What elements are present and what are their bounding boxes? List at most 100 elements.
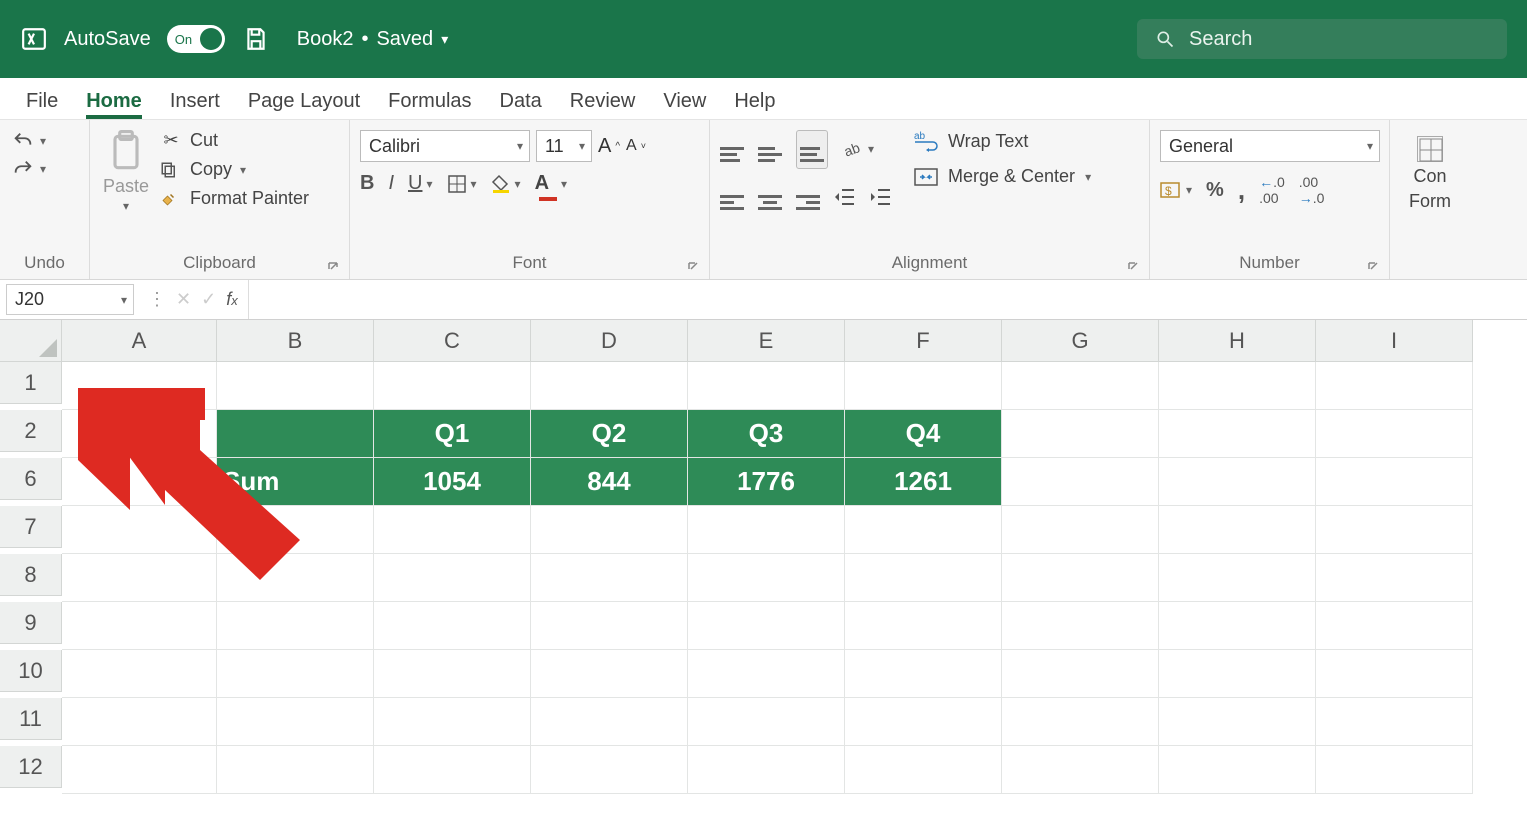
align-top-button[interactable] <box>720 133 744 166</box>
decrease-indent-button[interactable] <box>834 187 856 207</box>
align-left-button[interactable] <box>720 181 744 214</box>
cell[interactable] <box>217 602 374 650</box>
cell[interactable] <box>62 554 217 602</box>
cell[interactable] <box>62 362 217 410</box>
tab-page-layout[interactable]: Page Layout <box>248 90 360 119</box>
insert-function-button[interactable]: fx <box>226 289 238 310</box>
cell[interactable] <box>688 602 845 650</box>
wrap-text-button[interactable]: ab Wrap Text <box>914 130 1091 152</box>
font-name-combo[interactable]: Calibri ▾ <box>360 130 530 162</box>
cell[interactable] <box>845 602 1002 650</box>
cell[interactable] <box>1316 650 1473 698</box>
cell[interactable] <box>217 362 374 410</box>
cell[interactable] <box>217 506 374 554</box>
row-header-12[interactable]: 12 <box>0 746 62 788</box>
underline-button[interactable]: U▾ <box>408 172 432 195</box>
cell[interactable] <box>1316 554 1473 602</box>
cancel-formula-icon[interactable]: ✕ <box>176 289 191 310</box>
cell[interactable]: Q1 <box>374 410 531 458</box>
cell[interactable] <box>1002 602 1159 650</box>
format-painter-button[interactable]: Format Painter <box>160 188 309 209</box>
row-header-6[interactable]: 6 <box>0 458 62 500</box>
cell[interactable] <box>1316 746 1473 794</box>
number-format-combo[interactable]: General ▾ <box>1160 130 1380 162</box>
accounting-format-button[interactable]: $ ▾ <box>1160 180 1192 200</box>
cell[interactable] <box>531 554 688 602</box>
cell[interactable] <box>62 746 217 794</box>
col-header-I[interactable]: I <box>1316 320 1473 362</box>
cell[interactable] <box>62 458 217 506</box>
cell[interactable] <box>217 554 374 602</box>
cell[interactable] <box>688 746 845 794</box>
cell[interactable] <box>1159 410 1316 458</box>
cell[interactable] <box>531 746 688 794</box>
copy-button[interactable]: Copy ▾ <box>160 159 309 180</box>
cell[interactable] <box>62 410 217 458</box>
cell[interactable] <box>845 698 1002 746</box>
dialog-launcher-icon[interactable] <box>1365 259 1381 275</box>
cell[interactable] <box>688 650 845 698</box>
bold-button[interactable]: B <box>360 172 374 195</box>
row-header-11[interactable]: 11 <box>0 698 62 740</box>
cell[interactable] <box>374 698 531 746</box>
cell[interactable] <box>688 362 845 410</box>
cell[interactable] <box>1316 602 1473 650</box>
cell[interactable] <box>1159 698 1316 746</box>
cell[interactable]: 1054 <box>374 458 531 506</box>
cell[interactable] <box>688 506 845 554</box>
col-header-B[interactable]: B <box>217 320 374 362</box>
align-center-button[interactable] <box>758 181 782 214</box>
spreadsheet-grid[interactable]: A B C D E F G H I 1 2 Q1 Q2 Q3 Q4 6 Sum … <box>0 320 1527 794</box>
align-bottom-button[interactable] <box>796 130 828 169</box>
comma-style-button[interactable]: , <box>1238 175 1245 206</box>
redo-button[interactable]: ▾ <box>10 158 46 180</box>
cell[interactable] <box>531 698 688 746</box>
dialog-launcher-icon[interactable] <box>685 259 701 275</box>
cut-button[interactable]: ✂ Cut <box>160 130 309 151</box>
cell[interactable] <box>62 506 217 554</box>
cell[interactable] <box>1159 554 1316 602</box>
decrease-decimal-button[interactable]: .00→.0 <box>1299 174 1325 206</box>
row-header-9[interactable]: 9 <box>0 602 62 644</box>
font-size-combo[interactable]: 11 ▾ <box>536 130 592 162</box>
cell[interactable] <box>688 698 845 746</box>
align-middle-button[interactable] <box>758 133 782 166</box>
cell[interactable] <box>1159 650 1316 698</box>
col-header-E[interactable]: E <box>688 320 845 362</box>
cell[interactable]: 1776 <box>688 458 845 506</box>
col-header-G[interactable]: G <box>1002 320 1159 362</box>
cell[interactable] <box>374 362 531 410</box>
cell[interactable] <box>1159 602 1316 650</box>
cell[interactable] <box>1002 506 1159 554</box>
font-color-button[interactable]: A ▾ <box>535 172 567 195</box>
col-header-H[interactable]: H <box>1159 320 1316 362</box>
cell[interactable] <box>1316 362 1473 410</box>
save-button[interactable] <box>241 24 271 54</box>
col-header-F[interactable]: F <box>845 320 1002 362</box>
col-header-C[interactable]: C <box>374 320 531 362</box>
cell[interactable] <box>531 650 688 698</box>
cell[interactable] <box>1316 506 1473 554</box>
percent-button[interactable]: % <box>1206 179 1224 202</box>
row-header-8[interactable]: 8 <box>0 554 62 596</box>
tab-help[interactable]: Help <box>734 90 775 119</box>
cell[interactable] <box>1002 410 1159 458</box>
cell[interactable] <box>531 362 688 410</box>
col-header-A[interactable]: A <box>62 320 217 362</box>
cell[interactable] <box>1159 506 1316 554</box>
cell[interactable] <box>1316 698 1473 746</box>
increase-font-button[interactable]: A^ <box>598 135 620 158</box>
tab-file[interactable]: File <box>26 90 58 119</box>
cell[interactable] <box>688 554 845 602</box>
italic-button[interactable]: I <box>388 172 394 195</box>
decrease-font-button[interactable]: A˅ <box>626 137 646 155</box>
cell[interactable] <box>1002 746 1159 794</box>
merge-center-button[interactable]: Merge & Center ▾ <box>914 166 1091 187</box>
cell[interactable]: Sum <box>217 458 374 506</box>
borders-button[interactable]: ▾ <box>447 174 477 194</box>
conditional-formatting-button[interactable]: Con Form <box>1409 130 1451 212</box>
row-header-10[interactable]: 10 <box>0 650 62 692</box>
cell[interactable]: Q2 <box>531 410 688 458</box>
search-box[interactable]: Search <box>1137 19 1507 59</box>
dialog-launcher-icon[interactable] <box>1125 259 1141 275</box>
